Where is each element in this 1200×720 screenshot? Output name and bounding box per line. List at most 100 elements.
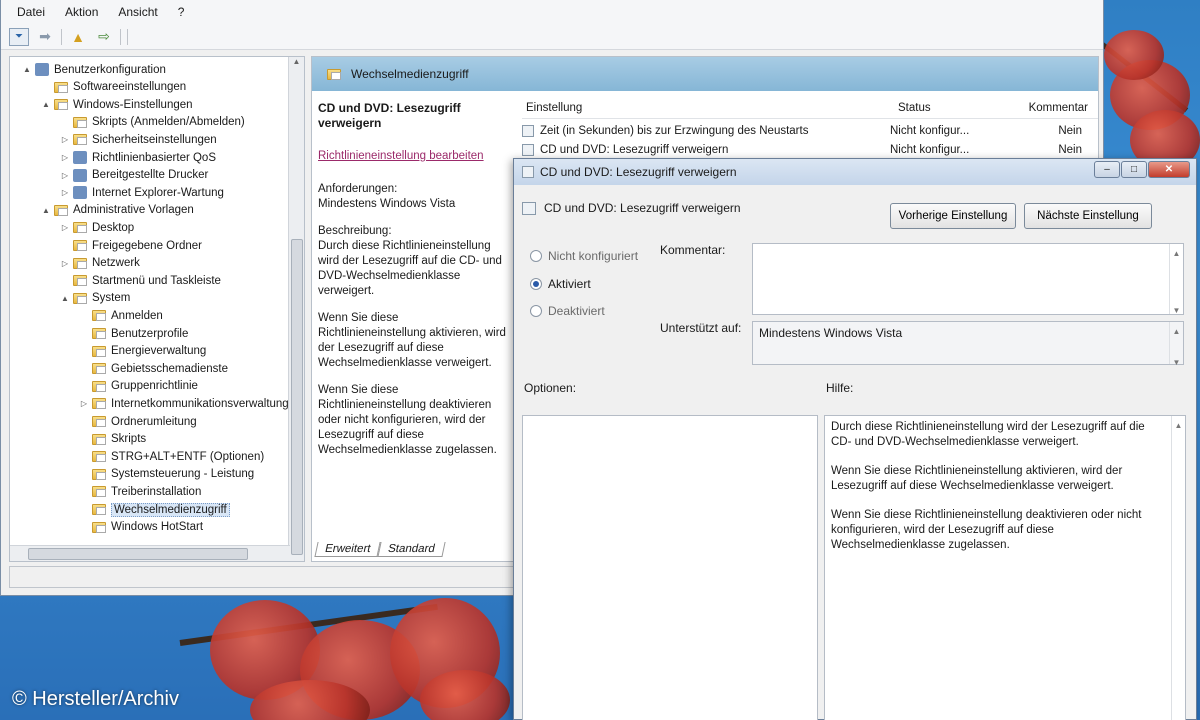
tab-erweitert[interactable]: Erweitert	[314, 542, 381, 557]
list-item[interactable]: CD und DVD: Lesezugriff verweigern Nicht…	[522, 140, 1098, 159]
details-title: Wechselmedienzugriff	[351, 67, 469, 81]
toolbar-separator	[61, 28, 62, 45]
tree-item[interactable]: Gebietsschemadienste	[10, 360, 228, 377]
tree-horizontal-scrollbar[interactable]	[10, 545, 290, 561]
tree-item[interactable]: Benutzerprofile	[10, 325, 188, 342]
list-item[interactable]: Zeit (in Sekunden) bis zur Erzwingung de…	[522, 121, 1098, 140]
tree-item[interactable]: Skripts (Anmelden/Abmelden)	[10, 114, 245, 131]
description-text: Beschreibung: Durch diese Richtlinienein…	[318, 225, 502, 297]
tree-vertical-scrollbar[interactable]: ▲	[288, 57, 304, 561]
edit-policy-link[interactable]: Richtlinieneinstellung bearbeiten	[318, 149, 508, 164]
tree-item[interactable]: ▷ Sicherheitseinstellungen	[10, 131, 217, 148]
expand-icon[interactable]: ▷	[60, 153, 70, 162]
tree-item[interactable]: Skripts	[10, 431, 146, 448]
tree-item[interactable]: ▷ Bereitgestellte Drucker	[10, 167, 208, 184]
tree-item[interactable]: Wechselmedienzugriff	[10, 501, 230, 518]
supported-label: Unterstützt auf:	[660, 321, 742, 335]
tree-item[interactable]: Energieverwaltung	[10, 343, 206, 360]
close-icon[interactable]: ✕	[1148, 161, 1190, 178]
up-folder-icon[interactable]: ▲	[68, 28, 88, 46]
tree-item[interactable]: ▷ Netzwerk	[10, 255, 140, 272]
tree-item[interactable]: ▲ Benutzerkonfiguration	[10, 61, 166, 78]
expand-icon[interactable]: ▷	[60, 259, 70, 268]
help-paragraph: Wenn Sie diese Richtlinieneinstellung de…	[831, 509, 1142, 551]
tree-item[interactable]: ▲ Windows-Einstellungen	[10, 96, 193, 113]
collapse-icon[interactable]: ▲	[41, 206, 51, 215]
tree-item-label: Energieverwaltung	[111, 345, 207, 358]
tree-item[interactable]: Softwareeinstellungen	[10, 79, 186, 96]
tree-item[interactable]: ▷ Richtlinienbasierter QoS	[10, 149, 216, 166]
tree-item[interactable]: ▲ System	[10, 290, 130, 307]
policy-comment: Nein	[1058, 143, 1082, 156]
expand-icon[interactable]: ▷	[60, 135, 70, 144]
comment-scrollbar[interactable]: ▲ ▼	[1169, 244, 1183, 315]
supported-scrollbar[interactable]: ▲ ▼	[1169, 322, 1183, 367]
radio-not-configured[interactable]: Nicht konfiguriert	[530, 249, 638, 263]
collapse-icon[interactable]: ▲	[41, 100, 51, 109]
scroll-thumb[interactable]	[291, 239, 303, 555]
tree-item[interactable]: Ordnerumleitung	[10, 413, 197, 430]
expand-icon[interactable]: ▷	[60, 188, 70, 197]
tree-item[interactable]: Gruppenrichtlinie	[10, 378, 198, 395]
expand-icon[interactable]: ▷	[60, 171, 70, 180]
menu-help[interactable]: ?	[170, 3, 193, 21]
tree-item-label: Skripts (Anmelden/Abmelden)	[92, 116, 245, 129]
scroll-thumb[interactable]	[28, 548, 248, 560]
tree-item[interactable]: ▷ Internetkommunikationsverwaltung	[10, 395, 289, 412]
menu-aktion[interactable]: Aktion	[57, 3, 106, 21]
radio-button[interactable]	[530, 278, 542, 290]
tab-standard[interactable]: Standard	[377, 542, 446, 557]
radio-enabled[interactable]: Aktiviert	[530, 277, 591, 291]
radio-button[interactable]	[530, 305, 542, 317]
menu-ansicht[interactable]: Ansicht	[110, 3, 165, 21]
folder-icon	[92, 416, 106, 427]
minimize-icon[interactable]: –	[1094, 161, 1120, 178]
column-comment[interactable]: Kommentar	[1000, 102, 1096, 114]
radio-button[interactable]	[530, 250, 542, 262]
help-scrollbar[interactable]: ▲	[1171, 416, 1185, 720]
tree-item[interactable]: ▷ Internet Explorer-Wartung	[10, 184, 224, 201]
help-label: Hilfe:	[826, 381, 854, 395]
folder-icon	[92, 345, 106, 357]
tree-item[interactable]: Freigegebene Ordner	[10, 237, 202, 254]
toolbar-separator	[127, 28, 128, 45]
tree-item[interactable]: STRG+ALT+ENTF (Optionen)	[10, 448, 264, 465]
column-status[interactable]: Status	[868, 102, 1000, 114]
tree-item[interactable]: ▷ Desktop	[10, 219, 134, 236]
tree-item-label: Freigegebene Ordner	[92, 239, 202, 252]
menu-datei[interactable]: Datei	[9, 3, 53, 21]
tree-item[interactable]: Startmenü und Taskleiste	[10, 272, 221, 289]
options-label: Optionen:	[524, 381, 577, 395]
expand-icon[interactable]: ▷	[60, 223, 70, 232]
tree-item[interactable]: Treiberinstallation	[10, 483, 201, 500]
tree-item[interactable]: Anmelden	[10, 307, 163, 324]
tree-item-label: Bereitgestellte Drucker	[92, 169, 209, 182]
maximize-icon[interactable]: □	[1121, 161, 1147, 178]
previous-setting-button[interactable]: Vorherige Einstellung	[890, 203, 1016, 229]
expand-icon[interactable]: ▷	[79, 399, 89, 408]
radio-disabled[interactable]: Deaktiviert	[530, 304, 605, 318]
copyright-watermark: © Hersteller/Archiv	[12, 688, 179, 710]
filter-icon[interactable]: ⏷	[9, 27, 29, 46]
tree-item-label: Benutzerprofile	[111, 327, 189, 340]
folder-icon	[73, 240, 87, 251]
collapse-icon[interactable]: ▲	[60, 294, 70, 303]
policy-icon	[522, 166, 534, 178]
menu-bar: Datei Aktion Ansicht ?	[1, 0, 1103, 24]
export-icon[interactable]: ⇨	[94, 28, 114, 46]
collapse-icon[interactable]: ▲	[22, 65, 32, 74]
scroll-up-icon[interactable]: ▲	[289, 57, 304, 66]
tree-pane: Windows HotStart Wechselmedienzugriff Trei…	[9, 56, 305, 562]
tree-item-label: Internet Explorer-Wartung	[92, 186, 224, 199]
next-setting-button[interactable]: Nächste Einstellung	[1024, 203, 1152, 229]
disable-text: Wenn Sie diese Richtlinieneinstellung de…	[318, 384, 497, 456]
tree-item[interactable]: Systemsteuerung - Leistung	[10, 466, 254, 483]
tree-item[interactable]: ▲ Administrative Vorlagen	[10, 202, 194, 219]
comment-field[interactable]: ▲ ▼	[752, 243, 1184, 315]
forward-arrow-icon[interactable]: ➡	[35, 28, 55, 46]
extended-description: CD und DVD: Lesezugriff verweigern Richt…	[318, 101, 508, 470]
tree-item-label: Startmenü und Taskleiste	[92, 274, 221, 287]
column-setting[interactable]: Einstellung	[522, 102, 868, 114]
folder-icon	[92, 398, 106, 410]
tree-item[interactable]: Windows HotStart	[10, 519, 203, 536]
